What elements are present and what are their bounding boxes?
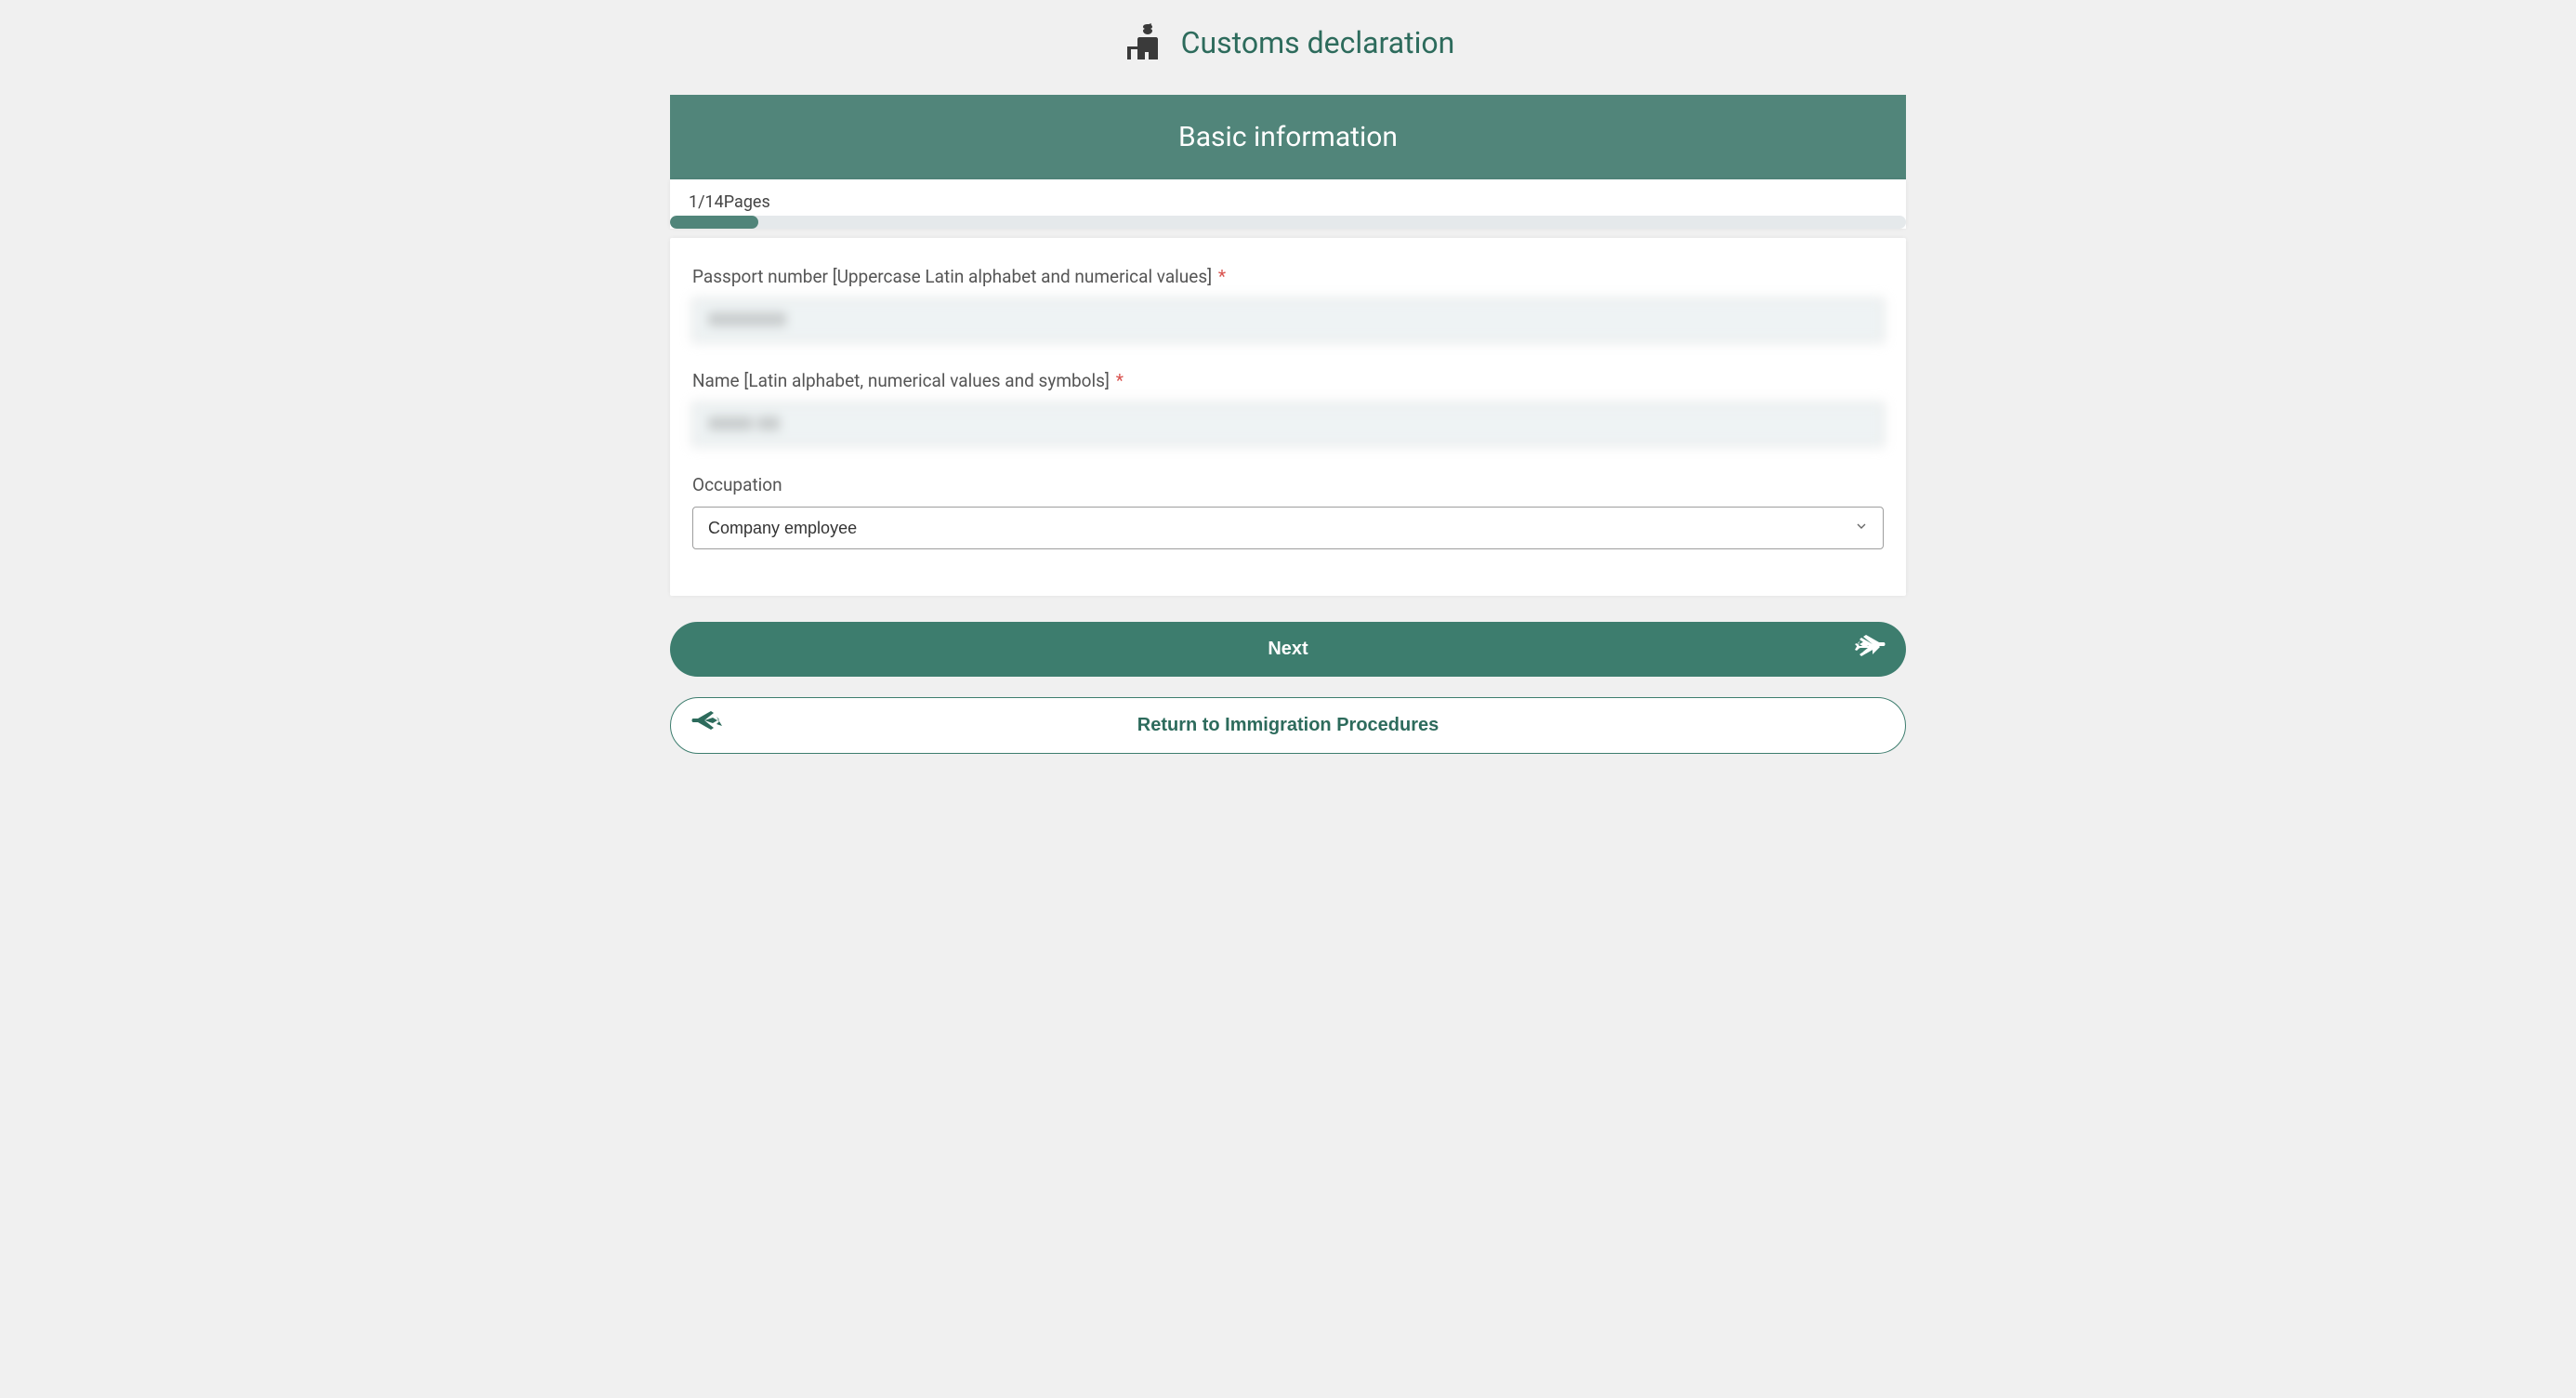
button-row: Next Return to Immigration Procedures <box>670 622 1906 754</box>
name-label: Name [Latin alphabet, numerical values a… <box>692 370 1884 391</box>
occupation-field-group: Occupation Company employee <box>692 474 1884 549</box>
return-button[interactable]: Return to Immigration Procedures <box>670 697 1906 754</box>
next-button-label: Next <box>1268 639 1308 660</box>
form-card: Passport number [Uppercase Latin alphabe… <box>670 238 1906 596</box>
airplane-right-icon <box>1852 630 1886 669</box>
page-title: Customs declaration <box>1181 25 1455 60</box>
return-button-label: Return to Immigration Procedures <box>1137 715 1439 736</box>
passport-field-group: Passport number [Uppercase Latin alphabe… <box>692 266 1884 342</box>
required-asterisk: * <box>1218 266 1226 287</box>
required-asterisk: * <box>1116 370 1124 391</box>
airplane-left-icon <box>691 706 725 745</box>
progress-card: 1/14Pages <box>670 179 1906 229</box>
progress-bar <box>670 216 1906 229</box>
occupation-select[interactable]: Company employee <box>692 507 1884 549</box>
section-title: Basic information <box>670 95 1906 179</box>
passport-label: Passport number [Uppercase Latin alphabe… <box>692 266 1884 287</box>
passport-input[interactable] <box>692 298 1884 342</box>
main-container: Basic information 1/14Pages Passport num… <box>619 95 1957 791</box>
customs-officer-icon <box>1122 19 1166 67</box>
occupation-select-wrap: Company employee <box>692 507 1884 549</box>
progress-bar-fill <box>670 216 758 229</box>
passport-label-text: Passport number [Uppercase Latin alphabe… <box>692 266 1212 287</box>
next-button[interactable]: Next <box>670 622 1906 677</box>
name-field-group: Name [Latin alphabet, numerical values a… <box>692 370 1884 446</box>
name-label-text: Name [Latin alphabet, numerical values a… <box>692 370 1110 391</box>
page-header: Customs declaration <box>0 0 2576 95</box>
occupation-label: Occupation <box>692 474 1884 495</box>
page-counter: 1/14Pages <box>689 192 1887 212</box>
name-input[interactable] <box>692 402 1884 446</box>
